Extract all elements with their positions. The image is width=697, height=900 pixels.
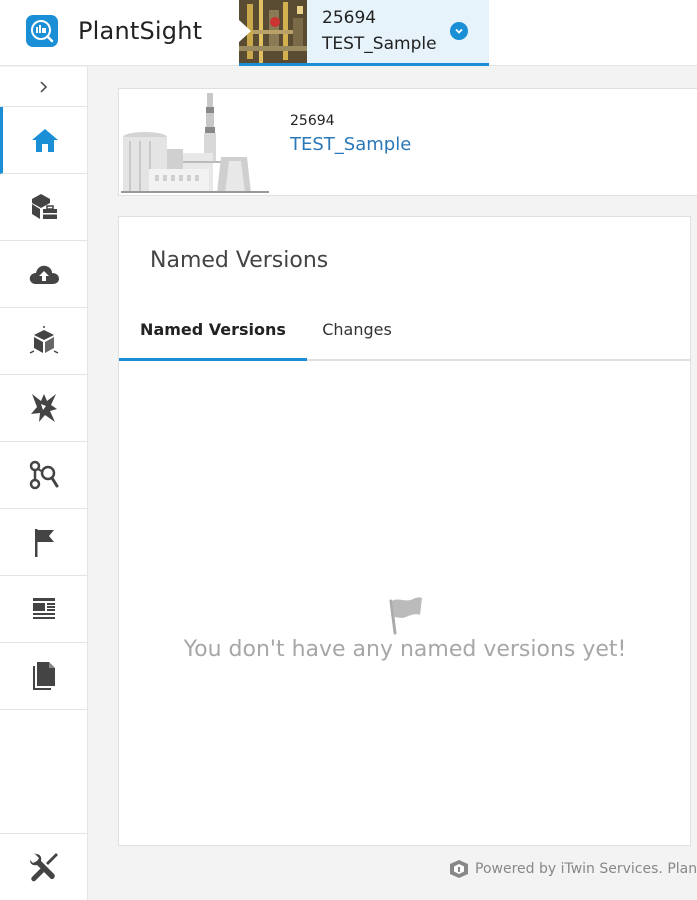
cloud-upload-icon: [29, 265, 59, 284]
documents-icon: [32, 662, 55, 690]
project-name: TEST_Sample: [322, 34, 437, 54]
sidebar-item-assets[interactable]: [0, 174, 87, 241]
sidebar-item-clash[interactable]: [0, 375, 87, 442]
app-header: PlantSight 25694 TEST_Sample: [0, 0, 697, 66]
empty-state-message: You don't have any named versions yet!: [183, 637, 627, 662]
chevron-down-icon[interactable]: [450, 22, 468, 40]
project-card: 25694 TEST_Sample: [118, 88, 697, 196]
reports-icon: [32, 598, 55, 619]
project-card-number: 25694: [290, 113, 335, 129]
project-card-name-link[interactable]: TEST_Sample: [290, 134, 411, 155]
sidebar-toggle[interactable]: [0, 67, 87, 107]
panel-title: Named Versions: [150, 248, 329, 273]
chevron-right-icon: [39, 80, 47, 93]
3d-cube-icon: [29, 326, 58, 354]
tools-icon: [29, 853, 58, 882]
tab-named-versions[interactable]: Named Versions: [119, 313, 307, 361]
project-switcher[interactable]: 25694 TEST_Sample: [239, 0, 489, 66]
search-network-icon: [29, 460, 58, 490]
flag-icon: [34, 529, 54, 557]
sidebar-item-home[interactable]: [0, 107, 87, 174]
itwin-icon: [450, 860, 468, 878]
tab-changes[interactable]: Changes: [307, 313, 407, 361]
plant-illustration-icon: [121, 91, 269, 193]
sidebar-item-3d-model[interactable]: [0, 308, 87, 375]
plantsight-logo-icon[interactable]: [26, 15, 58, 47]
clash-icon: [30, 394, 57, 422]
sidebar: [0, 67, 88, 900]
tab-bar: Named Versions Changes: [119, 313, 691, 361]
empty-flag-icon: [389, 597, 422, 635]
sidebar-item-reports[interactable]: [0, 576, 87, 643]
sidebar-item-issues[interactable]: [0, 509, 87, 576]
named-versions-panel: Named Versions Named Versions Changes Yo…: [118, 216, 691, 846]
home-icon: [32, 129, 58, 152]
sidebar-item-search[interactable]: [0, 442, 87, 509]
asset-toolbox-icon: [31, 194, 57, 219]
project-number: 25694: [322, 8, 377, 28]
footer: Powered by iTwin Services. Plan: [448, 858, 697, 880]
project-thumbnail: [239, 0, 307, 63]
footer-text: Powered by iTwin Services. Plan: [475, 861, 697, 877]
sidebar-item-settings[interactable]: [0, 833, 87, 900]
sidebar-item-upload[interactable]: [0, 241, 87, 308]
app-name: PlantSight: [78, 17, 203, 45]
sidebar-item-documents[interactable]: [0, 643, 87, 710]
